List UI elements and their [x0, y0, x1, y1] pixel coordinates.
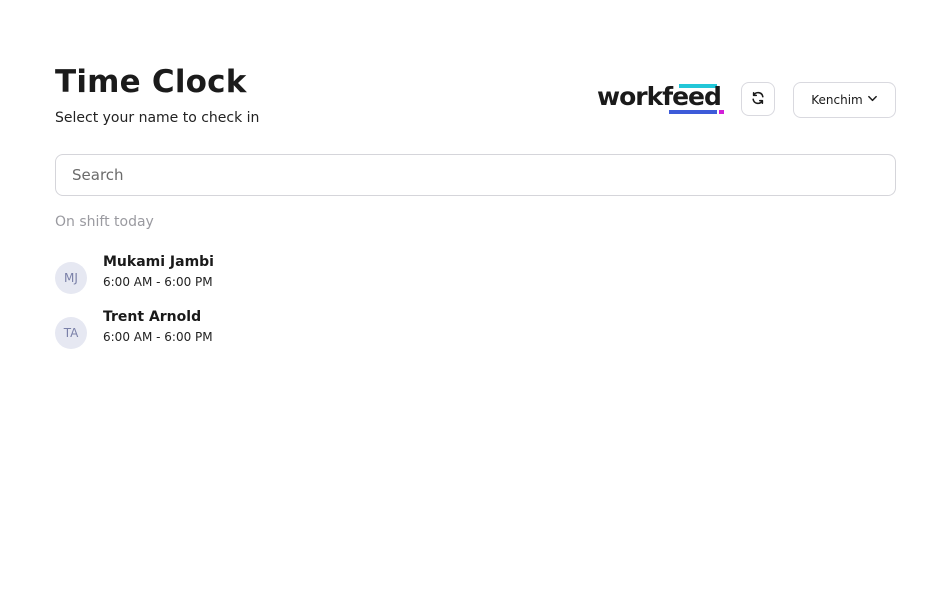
- logo-dot: [719, 110, 724, 114]
- employee-info: Trent Arnold 6:00 AM - 6:00 PM: [103, 308, 213, 346]
- employee-list: MJ Mukami Jambi 6:00 AM - 6:00 PM TA Tre…: [55, 250, 455, 360]
- avatar: MJ: [55, 261, 87, 294]
- chevron-down-icon: [867, 93, 878, 107]
- avatar: TA: [55, 316, 87, 349]
- search-input[interactable]: [55, 154, 896, 196]
- page-subtitle: Select your name to check in: [55, 110, 260, 126]
- location-dropdown[interactable]: Kenchim: [793, 82, 896, 118]
- section-label: On shift today: [55, 214, 154, 230]
- list-item[interactable]: MJ Mukami Jambi 6:00 AM - 6:00 PM: [55, 250, 455, 305]
- employee-shift: 6:00 AM - 6:00 PM: [103, 274, 213, 289]
- page-title: Time Clock: [55, 64, 247, 100]
- employee-name: Mukami Jambi: [103, 253, 214, 270]
- refresh-button[interactable]: [741, 82, 775, 116]
- logo-text: workfeed: [597, 82, 722, 111]
- employee-info: Mukami Jambi 6:00 AM - 6:00 PM: [103, 253, 214, 291]
- location-label: Kenchim: [811, 93, 863, 107]
- workfeed-logo: workfeed: [597, 82, 727, 118]
- list-item[interactable]: TA Trent Arnold 6:00 AM - 6:00 PM: [55, 305, 455, 360]
- logo-bar-bottom: [669, 110, 717, 114]
- employee-shift: 6:00 AM - 6:00 PM: [103, 329, 213, 344]
- refresh-icon: [751, 90, 765, 109]
- employee-name: Trent Arnold: [103, 308, 202, 325]
